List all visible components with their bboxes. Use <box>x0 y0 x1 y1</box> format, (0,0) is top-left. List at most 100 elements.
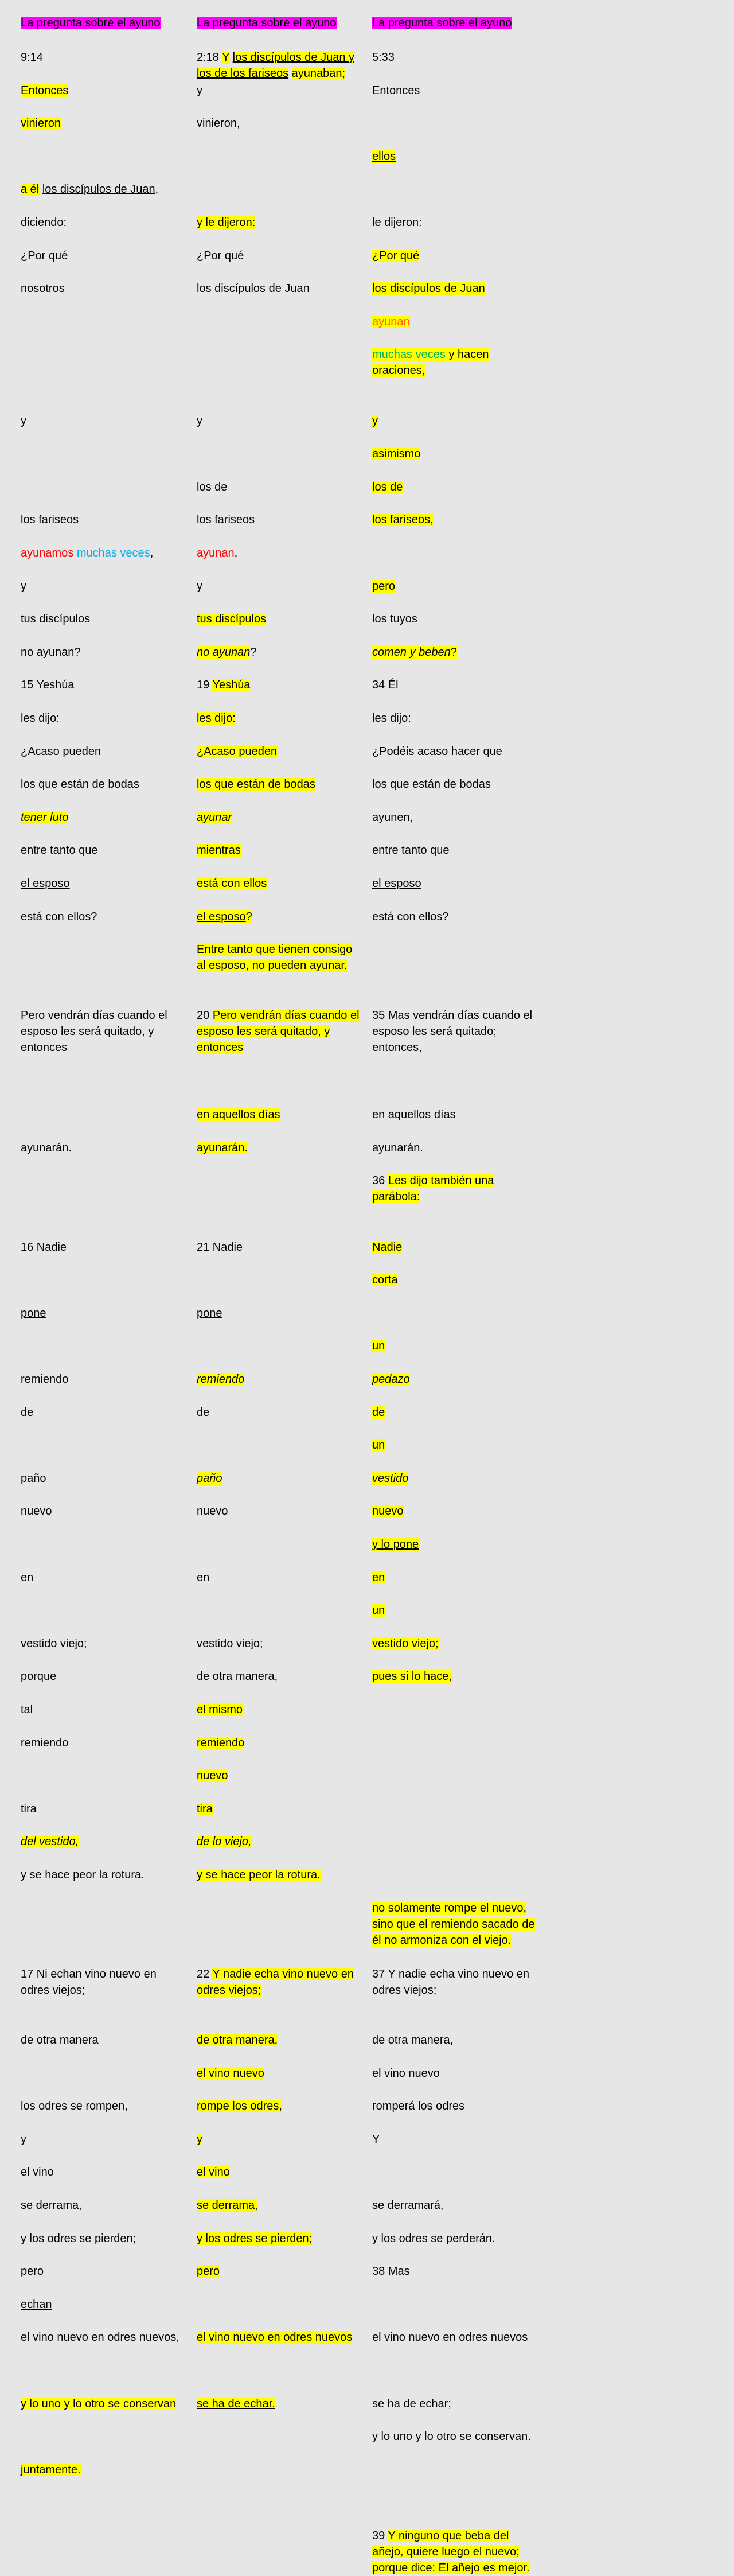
column-2-cell: está con ellos <box>197 875 363 892</box>
text-segment: se ha de echar; <box>372 2398 451 2410</box>
text-segment: y <box>197 2133 202 2146</box>
text-segment: y <box>21 580 26 593</box>
column-2-cell: y <box>197 83 363 99</box>
text-segment: pedazo <box>372 1373 410 1386</box>
text-segment: corta <box>372 1274 398 1286</box>
text-segment: entre tanto que <box>372 844 450 857</box>
text-segment: los fariseos, <box>372 513 434 526</box>
text-segment: vinieron <box>21 117 61 130</box>
text-segment: Nadie <box>372 1241 403 1254</box>
column-3-cell: ¿Por qué <box>372 248 538 264</box>
column-3-cell: y lo pone <box>372 1536 538 1552</box>
text-segment: , <box>234 547 238 559</box>
text-segment: , <box>150 547 154 559</box>
text-segment: vestido viejo; <box>197 1637 263 1650</box>
text-segment <box>229 51 233 64</box>
column-1-cell: el esposo <box>21 875 187 892</box>
column-1-cell: los odres se rompen, <box>21 2098 187 2114</box>
column-1-cell: los que están de bodas <box>21 776 187 792</box>
text-segment: pone <box>21 1307 46 1320</box>
text-segment: ayunarán. <box>21 1142 72 1154</box>
column-1-cell: de <box>21 1404 187 1421</box>
text-segment: el vino nuevo en odres nuevos, <box>21 2331 179 2344</box>
column-2-cell: de lo viejo, <box>197 1834 363 1850</box>
text-segment: ayunarán. <box>372 1142 423 1154</box>
column-1-cell: ayunamos muchas veces, <box>21 545 187 561</box>
text-segment: se derramará, <box>372 2199 444 2212</box>
text-segment: juntamente. <box>21 2464 81 2476</box>
text-segment: de otra manera, <box>372 2034 454 2046</box>
column-1-cell: 16 Nadie <box>21 1239 187 1255</box>
text-segment: ¿Por qué <box>197 250 244 262</box>
column-2-cell: 21 Nadie <box>197 1239 363 1255</box>
column-2-cell: Entre tanto que tienen consigo al esposo… <box>197 941 363 974</box>
column-3-cell: un <box>372 1437 538 1453</box>
column-3-cell: 35 Mas vendrán días cuando el esposo les… <box>372 1007 538 1056</box>
text-segment: 19 <box>197 679 213 691</box>
text-segment: está con ellos <box>197 877 267 890</box>
text-segment: nuevo <box>197 1769 228 1782</box>
column-1-cell: ¿Acaso pueden <box>21 744 187 760</box>
text-segment: pero <box>372 580 396 593</box>
text-segment: pues si lo hace, <box>372 1670 452 1683</box>
text-segment: los odres se rompen, <box>21 2100 128 2112</box>
column-2-cell: mientras <box>197 842 363 858</box>
column-1-cell: Entonces <box>21 83 187 99</box>
text-segment: Entonces <box>21 84 69 97</box>
text-segment: de <box>21 1406 34 1419</box>
text-segment: tus discípulos <box>21 613 91 625</box>
text-segment: no ayunan <box>197 646 251 659</box>
column-2-cell: 19 Yeshúa <box>197 677 363 693</box>
text-segment: de otra manera, <box>197 1670 278 1683</box>
column-3-cell: 39 Y ninguno que beba del añejo, quiere … <box>372 2528 538 2576</box>
column-2-cell: y <box>197 578 363 594</box>
column-3-cell: se ha de echar; <box>372 2396 538 2412</box>
text-segment: 38 Mas <box>372 2265 410 2278</box>
column-3-cell: 38 Mas <box>372 2263 538 2279</box>
text-segment: vinieron, <box>197 117 240 130</box>
column-2-cell: y <box>197 413 363 429</box>
text-segment: 20 <box>197 1009 213 1022</box>
text-segment: Entre tanto que tienen consigo al esposo… <box>197 943 353 972</box>
column-1-cell: y <box>21 2131 187 2147</box>
column-3-cell: nuevo <box>372 1503 538 1519</box>
text-segment: el vino nuevo en odres nuevos <box>372 2331 528 2344</box>
column-3-cell: comen y beben? <box>372 644 538 660</box>
column-2-cell: de otra manera, <box>197 2032 363 2048</box>
column-1-cell: y <box>21 413 187 429</box>
text-segment: el vino <box>197 2166 230 2178</box>
text-segment: mientras <box>197 844 241 857</box>
column-1-cell: a él los discípulos de Juan, <box>21 181 187 197</box>
text-segment: le dijeron: <box>372 216 422 229</box>
column-1-cell: ¿Por qué <box>21 248 187 264</box>
column-2-cell: ayunarán. <box>197 1140 363 1156</box>
text-segment: muchas veces <box>76 547 150 559</box>
column-1-header: La pregunta sobre el ayuno <box>21 15 187 31</box>
text-segment: y <box>197 415 202 427</box>
column-2-cell: 20 Pero vendrán días cuando el esposo le… <box>197 1007 363 1056</box>
text-segment: un <box>372 1604 385 1617</box>
column-1-cell: vinieron <box>21 115 187 131</box>
column-3-cell: Nadie <box>372 1239 538 1255</box>
column-3-cell: ayunen, <box>372 810 538 826</box>
text-segment: ellos <box>372 150 396 163</box>
text-segment: , <box>155 183 159 196</box>
column-2-cell: el vino <box>197 2164 363 2180</box>
text-segment: pero <box>21 2265 44 2278</box>
text-segment: ¿Por qué <box>372 250 420 262</box>
text-segment: Pero vendrán días cuando el esposo les s… <box>21 1009 167 1054</box>
text-segment: comen y beben <box>372 646 451 659</box>
column-3-cell: 5:33 <box>372 49 538 65</box>
text-segment: paño <box>197 1472 222 1485</box>
column-3-cell: muchas veces y hacen oraciones, <box>372 347 538 379</box>
column-3-cell: ¿Podéis acaso hacer que <box>372 744 538 760</box>
document-page: La pregunta sobre el ayuno La pregunta s… <box>0 0 734 2574</box>
text-segment: se ha de echar. <box>197 2398 275 2410</box>
column-3-cell: está con ellos? <box>372 909 538 925</box>
column-1-cell: entre tanto que <box>21 842 187 858</box>
column-3-cell: 36 Les dijo también una parábola: <box>372 1173 538 1205</box>
text-segment: en aquellos días <box>197 1108 280 1121</box>
column-3-cell: asimismo <box>372 446 538 462</box>
text-segment: pero <box>197 2265 220 2278</box>
column-3-cell: un <box>372 1602 538 1618</box>
